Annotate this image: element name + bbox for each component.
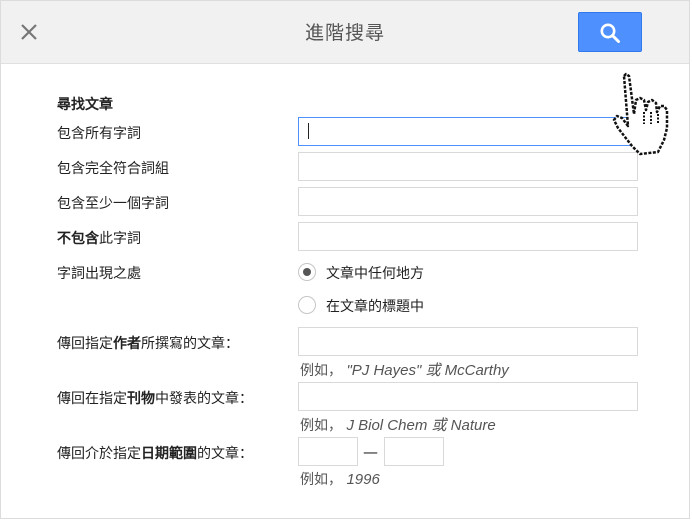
section-title: 尋找文章 bbox=[57, 97, 113, 113]
with-all-words-label: 包含所有字詞 bbox=[57, 126, 141, 142]
radio-selected-dot bbox=[303, 268, 311, 276]
radio-in-title-label: 在文章的標題中 bbox=[326, 299, 424, 315]
author-input[interactable] bbox=[298, 327, 638, 356]
at-least-one-label: 包含至少一個字詞 bbox=[57, 196, 169, 212]
publication-hint-example: J Biol Chem 或 Nature bbox=[346, 417, 496, 434]
with-all-words-input[interactable] bbox=[298, 117, 638, 146]
publication-label-pre: 傳回在指定 bbox=[57, 391, 127, 407]
where-words-occur-label: 字詞出現之處 bbox=[57, 266, 141, 282]
publication-input[interactable] bbox=[298, 382, 638, 411]
date-hint: 例如， 1996 bbox=[300, 469, 380, 489]
at-least-one-input[interactable] bbox=[298, 187, 638, 216]
publication-hint-prefix: 例如， bbox=[300, 418, 342, 434]
search-icon bbox=[600, 23, 620, 43]
publication-label-bold: 刊物 bbox=[127, 391, 155, 407]
date-hint-prefix: 例如， bbox=[300, 472, 342, 488]
date-range-label-pre: 傳回介於指定 bbox=[57, 446, 141, 462]
publication-label: 傳回在指定刊物中發表的文章： bbox=[57, 388, 253, 408]
exact-phrase-input[interactable] bbox=[298, 152, 638, 181]
author-hint-prefix: 例如， bbox=[300, 363, 342, 379]
author-label: 傳回指定作者所撰寫的文章： bbox=[57, 333, 239, 353]
date-range-label: 傳回介於指定日期範圍的文章： bbox=[57, 443, 253, 463]
without-words-label: 不包含此字詞 bbox=[57, 228, 141, 248]
author-label-post: 所撰寫的文章： bbox=[141, 336, 239, 352]
date-range-label-bold: 日期範圍 bbox=[141, 446, 197, 462]
without-words-label-bold: 不包含 bbox=[57, 231, 99, 247]
date-hint-example: 1996 bbox=[346, 471, 380, 488]
radio-anywhere-circle[interactable] bbox=[298, 263, 316, 281]
without-words-label-rest: 此字詞 bbox=[99, 231, 141, 247]
author-label-bold: 作者 bbox=[113, 336, 141, 352]
author-hint: 例如， "PJ Hayes" 或 McCarthy bbox=[300, 359, 509, 380]
author-hint-example: "PJ Hayes" 或 McCarthy bbox=[346, 362, 509, 379]
search-button[interactable] bbox=[578, 12, 642, 52]
date-from-input[interactable] bbox=[298, 437, 358, 466]
date-range-label-post: 的文章： bbox=[197, 446, 253, 462]
without-words-input[interactable] bbox=[298, 222, 638, 251]
date-range-separator: — bbox=[363, 443, 378, 461]
hand-pointer-icon bbox=[612, 72, 669, 156]
radio-anywhere-label: 文章中任何地方 bbox=[326, 266, 424, 282]
exact-phrase-label: 包含完全符合詞組 bbox=[57, 161, 169, 177]
dialog-header: 進階搜尋 bbox=[1, 1, 689, 64]
publication-label-post: 中發表的文章： bbox=[155, 391, 253, 407]
date-to-input[interactable] bbox=[384, 437, 444, 466]
author-label-pre: 傳回指定 bbox=[57, 336, 113, 352]
text-caret bbox=[308, 123, 309, 139]
publication-hint: 例如， J Biol Chem 或 Nature bbox=[300, 414, 496, 435]
radio-in-title-circle[interactable] bbox=[298, 296, 316, 314]
